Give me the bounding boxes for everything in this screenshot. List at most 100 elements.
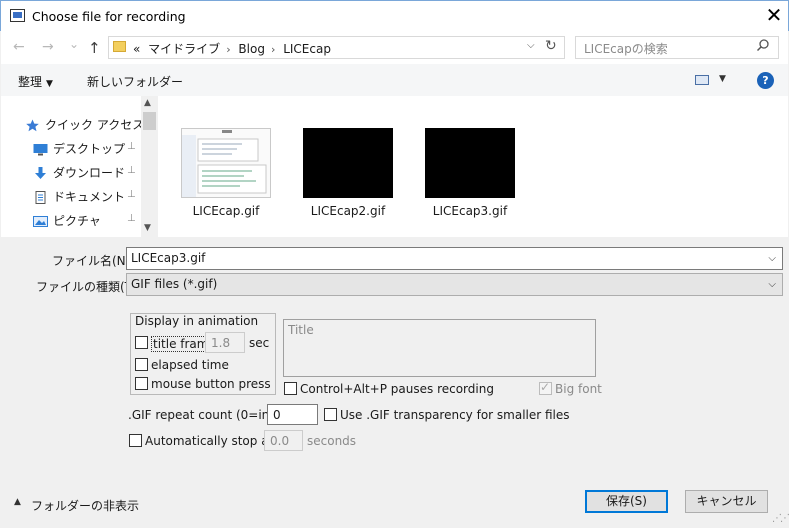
nav-item-label: クイック アクセス [45, 118, 145, 132]
organize-label: 整理 [18, 75, 43, 89]
file-thumbnail [425, 128, 515, 198]
auto-stop-unit: seconds [307, 434, 357, 448]
filetype-select[interactable]: GIF files (*.gif) ⌵ [126, 273, 783, 296]
navpane-scrollbar[interactable]: ▲ ▼ [141, 96, 158, 237]
pause-hotkey-label[interactable]: Control+Alt+P pauses recording [300, 382, 494, 396]
chevron-down-icon: ▼ [46, 79, 53, 89]
title-placeholder: Title [288, 323, 314, 337]
save-button[interactable]: 保存(S) [585, 490, 668, 513]
close-button[interactable]: ✕ [761, 4, 787, 28]
pause-hotkey-checkbox[interactable] [284, 382, 297, 395]
elapsed-time-label[interactable]: elapsed time [151, 358, 229, 372]
nav-item-label: ドキュメント [53, 190, 126, 204]
help-button[interactable]: ? [757, 72, 774, 89]
organize-menu[interactable]: 整理 ▼ [18, 73, 53, 90]
scroll-up-icon[interactable]: ▲ [144, 98, 151, 108]
scroll-down-icon[interactable]: ▼ [144, 223, 151, 233]
file-thumbnail [303, 128, 393, 198]
breadcrumb-separator[interactable]: › [226, 43, 230, 56]
title-frame-checkbox[interactable] [135, 336, 148, 349]
new-folder-button[interactable]: 新しいフォルダー [87, 73, 183, 90]
chevron-down-icon[interactable]: ⌵ [768, 279, 776, 290]
mouse-button-checkbox[interactable] [135, 377, 148, 390]
nav-item-label: ダウンロード [53, 166, 126, 180]
recent-locations-button[interactable]: ⌄ [69, 37, 79, 51]
star-icon [25, 119, 40, 132]
file-browser: クイック アクセス デスクトップ ⊥ ダウンロード ⊥ ドキュメント ⊥ ピクチ… [1, 96, 788, 237]
filename-value: LICEcap3.gif [131, 251, 206, 265]
file-item-licecap[interactable]: LICEcap.gif [166, 128, 276, 238]
mouse-button-label[interactable]: mouse button press [151, 377, 271, 391]
breadcrumb-item-blog[interactable]: Blog [238, 42, 265, 56]
file-name: LICEcap.gif [192, 204, 260, 218]
document-icon [33, 191, 48, 204]
view-dropdown-icon[interactable]: ▼ [719, 74, 726, 84]
filename-input[interactable]: LICEcap3.gif ⌵ [126, 247, 783, 270]
search-icon[interactable] [756, 38, 770, 56]
refresh-icon[interactable]: ↻ [545, 38, 557, 54]
title-bar: Choose file for recording ✕ [0, 0, 789, 31]
breadcrumb-separator[interactable]: › [271, 43, 275, 56]
file-name: LICEcap2.gif [310, 204, 386, 218]
view-mode-icon[interactable] [695, 75, 709, 85]
filename-label: ファイル名(N): [52, 254, 135, 268]
download-icon [33, 167, 48, 180]
address-dropdown-icon[interactable]: ⌵ [527, 40, 535, 51]
group-title: Display in animation [135, 314, 259, 328]
resize-grip-icon[interactable]: ⋰⋰ [772, 513, 789, 524]
navigation-pane: クイック アクセス デスクトップ ⊥ ダウンロード ⊥ ドキュメント ⊥ ピクチ… [1, 96, 158, 237]
forward-button[interactable]: → [42, 39, 54, 55]
filetype-value: GIF files (*.gif) [131, 277, 218, 291]
hide-folders-button[interactable]: フォルダーの非表示 [31, 497, 139, 514]
breadcrumb-overflow[interactable]: « [133, 42, 140, 56]
breadcrumb: « マイドライブ › Blog › LICEcap [133, 40, 335, 57]
elapsed-time-checkbox[interactable] [135, 358, 148, 371]
big-font-label[interactable]: Big font [555, 382, 602, 396]
title-text-input[interactable]: Title [283, 319, 596, 377]
big-font-checkbox[interactable] [539, 380, 552, 395]
pin-icon[interactable]: ⊥ [127, 141, 136, 152]
chevron-up-icon[interactable]: ▲ [14, 497, 21, 507]
file-item-licecap2[interactable]: LICEcap2.gif [288, 128, 398, 238]
nav-item-label: ピクチャ [53, 214, 101, 228]
file-name: LICEcap3.gif [432, 204, 508, 218]
folder-icon [113, 41, 126, 52]
transparency-label[interactable]: Use .GIF transparency for smaller files [340, 408, 570, 422]
auto-stop-seconds-input[interactable]: 0.0 [264, 430, 303, 451]
desktop-icon [33, 143, 48, 156]
command-bar: 整理 ▼ 新しいフォルダー ▼ ? [1, 64, 788, 96]
window-title: Choose file for recording [32, 9, 186, 24]
nav-item-desktop[interactable]: デスクトップ ⊥ [33, 140, 136, 160]
title-frame-seconds-input[interactable]: 1.8 [205, 332, 245, 353]
title-frame-unit: sec [249, 336, 270, 350]
auto-stop-checkbox[interactable] [129, 434, 142, 447]
nav-item-downloads[interactable]: ダウンロード ⊥ [33, 164, 136, 184]
pin-icon[interactable]: ⊥ [127, 213, 136, 224]
repeat-count-value: 0 [273, 408, 281, 422]
navigation-bar: ← → ⌄ ↑ « マイドライブ › Blog › LICEcap ⌵ ↻ LICE… [1, 31, 788, 64]
transparency-checkbox[interactable] [324, 408, 337, 421]
address-bar[interactable]: « マイドライブ › Blog › LICEcap ⌵ ↻ [108, 36, 565, 59]
auto-stop-value: 0.0 [270, 434, 290, 448]
nav-item-quick-access[interactable]: クイック アクセス [25, 116, 144, 136]
title-frame-value: 1.8 [211, 336, 231, 350]
pin-icon[interactable]: ⊥ [127, 165, 136, 176]
breadcrumb-item-licecap[interactable]: LICEcap [283, 42, 331, 56]
breadcrumb-item-mydrive[interactable]: マイドライブ [148, 42, 220, 56]
up-folder-button[interactable]: ↑ [88, 39, 101, 57]
app-icon [10, 9, 25, 22]
cancel-button[interactable]: キャンセル [685, 490, 768, 513]
nav-item-pictures[interactable]: ピクチャ ⊥ [33, 212, 136, 232]
scrollbar-thumb[interactable] [143, 112, 156, 130]
search-input[interactable]: LICEcapの検索 [575, 36, 779, 59]
file-item-licecap3[interactable]: LICEcap3.gif [410, 128, 520, 238]
chevron-down-icon[interactable]: ⌵ [768, 253, 776, 264]
repeat-count-input[interactable]: 0 [267, 404, 318, 425]
nav-item-label: デスクトップ [53, 142, 126, 156]
file-thumbnail [181, 128, 271, 198]
pictures-icon [33, 215, 48, 228]
nav-item-documents[interactable]: ドキュメント ⊥ [33, 188, 136, 208]
back-button[interactable]: ← [13, 39, 25, 55]
search-placeholder: LICEcapの検索 [584, 42, 668, 56]
pin-icon[interactable]: ⊥ [127, 189, 136, 200]
